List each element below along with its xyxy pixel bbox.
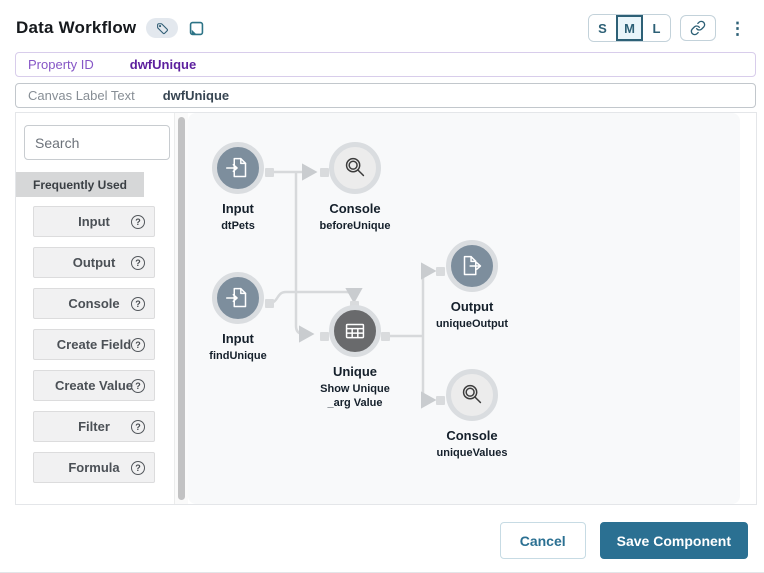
help-icon[interactable]: ? xyxy=(131,461,145,475)
canvas-label-value: dwfUnique xyxy=(162,88,230,103)
sidebar-item-formula[interactable]: Formula ? xyxy=(33,452,155,483)
size-small-button[interactable]: S xyxy=(589,15,616,41)
table-icon xyxy=(345,323,365,339)
sidebar-item-label: Output xyxy=(72,255,116,270)
size-medium-button[interactable]: M xyxy=(616,15,643,41)
help-icon[interactable]: ? xyxy=(131,297,145,311)
property-id-field[interactable]: Property ID dwfUnique xyxy=(15,52,756,77)
link-button[interactable] xyxy=(680,15,716,41)
sidebar-item-input[interactable]: Input ? xyxy=(33,206,155,237)
sidebar-item-label: Input xyxy=(78,214,110,229)
input-icon xyxy=(226,287,247,308)
operator-sidebar: Frequently Used Input ? Output ? Console… xyxy=(16,113,174,504)
canvas-label-field[interactable]: Canvas Label Text dwfUnique xyxy=(15,83,756,108)
node-input-findunique[interactable]: Input findUnique xyxy=(188,272,288,364)
console-icon xyxy=(345,157,365,177)
sidebar-item-label: Create Value xyxy=(54,378,134,393)
workflow-panel: Frequently Used Input ? Output ? Console… xyxy=(15,112,757,505)
sidebar-item-create-value[interactable]: Create Value ? xyxy=(33,370,155,401)
property-id-label: Property ID xyxy=(28,57,94,72)
console-icon xyxy=(462,384,482,404)
sidebar-item-label: Formula xyxy=(68,460,120,475)
sidebar-scrollbar-thumb[interactable] xyxy=(178,117,185,500)
sidebar-item-console[interactable]: Console ? xyxy=(33,288,155,319)
note-icon xyxy=(190,21,204,35)
copy-note-button[interactable] xyxy=(187,19,206,38)
save-component-button[interactable]: Save Component xyxy=(599,522,748,559)
help-icon[interactable]: ? xyxy=(131,338,145,352)
size-large-button[interactable]: L xyxy=(643,15,670,41)
data-workflow-editor: Data Workflow S M L ⋮ Property ID dwfUni… xyxy=(0,0,764,573)
node-console-beforeunique[interactable]: Console beforeUnique xyxy=(305,142,405,234)
sidebar-item-list: Input ? Output ? Console ? Create Field … xyxy=(16,197,174,483)
size-toggle-group: S M L xyxy=(588,14,671,42)
node-unique[interactable]: Unique Show Unique _arg Value xyxy=(305,305,405,411)
workflow-canvas[interactable]: Input dtPets Console beforeUnique Input … xyxy=(188,113,740,504)
footer-actions: Cancel Save Component xyxy=(499,522,748,559)
help-icon[interactable]: ? xyxy=(131,379,145,393)
header-actions: S M L ⋮ xyxy=(588,14,750,42)
sidebar-item-filter[interactable]: Filter ? xyxy=(33,411,155,442)
output-icon xyxy=(463,255,482,276)
tag-icon xyxy=(156,22,168,34)
sidebar-item-label: Create Field xyxy=(56,337,132,352)
cancel-button[interactable]: Cancel xyxy=(499,522,586,559)
page-title: Data Workflow xyxy=(16,18,137,37)
sidebar-scrollbar[interactable] xyxy=(174,113,188,504)
input-icon xyxy=(226,157,247,178)
sidebar-item-label: Console xyxy=(68,296,120,311)
help-icon[interactable]: ? xyxy=(131,256,145,270)
help-icon[interactable]: ? xyxy=(131,215,145,229)
help-icon[interactable]: ? xyxy=(131,420,145,434)
sidebar-item-output[interactable]: Output ? xyxy=(33,247,155,278)
link-icon xyxy=(690,20,706,36)
node-input-dtpets[interactable]: Input dtPets xyxy=(188,142,288,234)
kebab-menu-button[interactable]: ⋮ xyxy=(725,20,750,37)
sidebar-item-create-field[interactable]: Create Field ? xyxy=(33,329,155,360)
sidebar-item-label: Filter xyxy=(78,419,110,434)
property-id-value: dwfUnique xyxy=(129,57,197,72)
sidebar-section-header: Frequently Used xyxy=(16,172,144,197)
canvas-label-label: Canvas Label Text xyxy=(28,88,135,103)
tag-badge[interactable] xyxy=(146,18,179,38)
search-input[interactable] xyxy=(24,125,170,160)
header: Data Workflow S M L ⋮ xyxy=(0,0,764,52)
node-output-uniqueoutput[interactable]: Output uniqueOutput xyxy=(422,240,522,332)
node-console-uniquevalues[interactable]: Console uniqueValues xyxy=(422,369,522,461)
